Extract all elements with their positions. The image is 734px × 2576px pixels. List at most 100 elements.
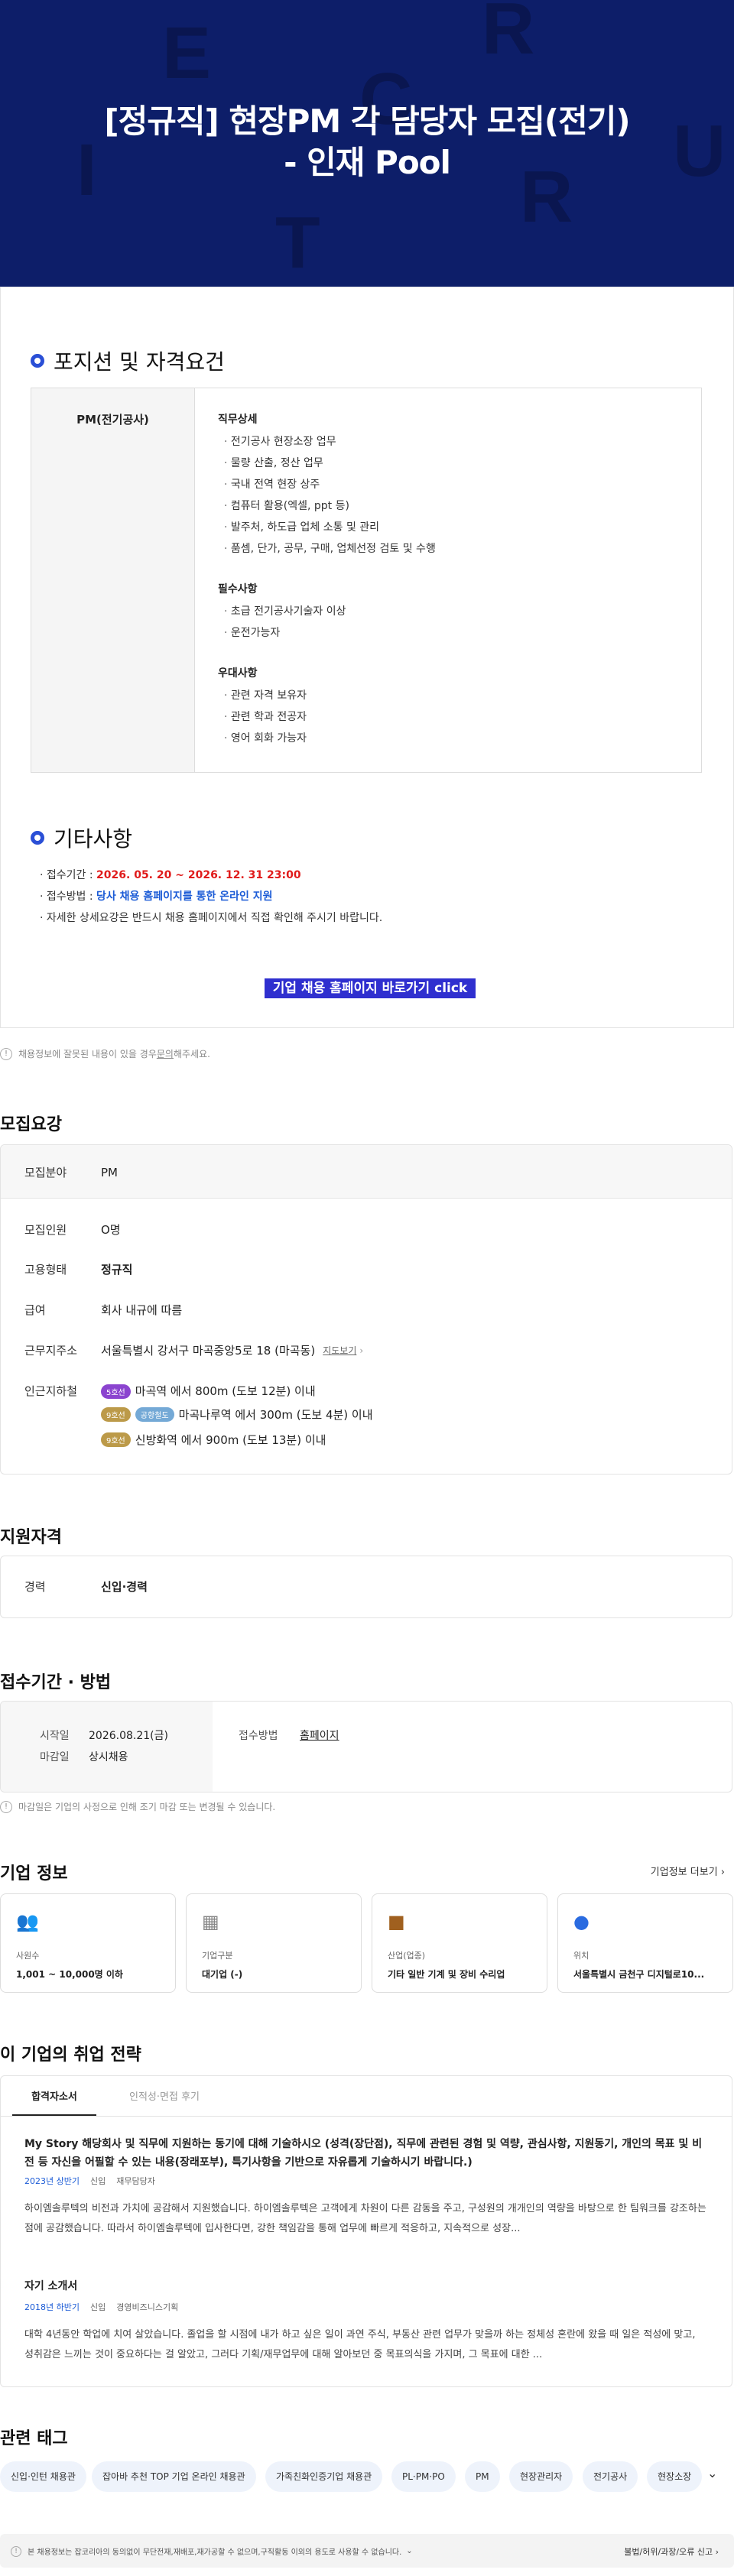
list-item: 운전가능자 — [218, 622, 677, 644]
chevron-down-icon[interactable]: ⌄ — [707, 2466, 717, 2480]
company-card-employees: 👥 사원수 1,001 ~ 10,000명 이하 — [0, 1893, 176, 1993]
period-line: · 접수기간 : 2026. 05. 20 ~ 2026. 12. 31 23:… — [40, 865, 382, 886]
tag-chip[interactable]: PL·PM·PO — [391, 2461, 456, 2492]
apply-date-panel — [1, 1702, 213, 1792]
tab-divider — [1, 2116, 732, 2117]
tag-chip[interactable]: 전기공사 — [583, 2461, 638, 2492]
card-value: 1,001 ~ 10,000명 이하 — [16, 1969, 123, 1980]
report-error-label: 불법/허위/과장/오류 신고 — [624, 2547, 713, 2557]
etc-section-heading: 기타사항 — [31, 822, 132, 853]
hero-banner: E C R U I T R [정규직] 현장PM 각 담당자 모집(전기) - … — [0, 0, 734, 287]
list-item: 초급 전기공사기술자 이상 — [218, 601, 677, 622]
briefcase-icon: ■ — [388, 1911, 405, 1932]
company-card-location: ● 위치 서울특별시 금천구 디지털로10... — [557, 1893, 733, 1993]
row-employment-type: 고용형태 정규직 — [24, 1261, 132, 1277]
chevron-down-icon[interactable]: ⌄ — [406, 2547, 412, 2555]
line-badge: 공항철도 — [135, 1407, 174, 1422]
location-pin-icon: ● — [573, 1911, 589, 1932]
card-label: 사원수 — [16, 1951, 40, 1961]
subway-text: 마곡나루역 에서 300m (도보 4분) 이내 — [178, 1408, 373, 1422]
meta-job: 경영비즈니스기획 — [116, 2302, 179, 2312]
headcount-value: O명 — [101, 1223, 121, 1237]
method-value: 당사 채용 홈페이지를 통한 온라인 지원 — [96, 891, 273, 903]
address-value: 서울특별시 강서구 마곡중앙5로 18 (마곡동) — [101, 1344, 316, 1358]
report-notice: ! 채용정보에 잘못된 내용이 있을 경우 문의 해주세요. — [0, 1047, 210, 1060]
strategy-item-body: 하이엠솔루텍의 비전과 가치에 공감해서 지원했습니다. 하이엠솔루텍은 고객에… — [24, 2203, 706, 2234]
position-section-title: 포지션 및 자격요건 — [54, 349, 225, 375]
group-title: 필수사항 — [218, 583, 258, 595]
tag-chip[interactable]: 신입·인턴 채용관 — [0, 2461, 86, 2492]
card-label: 산업(업종) — [388, 1951, 426, 1961]
tag-chip[interactable]: 현장소장 — [647, 2461, 702, 2492]
apply-box — [0, 1701, 732, 1792]
group-title: 우대사항 — [218, 667, 258, 680]
meta-job: 재무담당자 — [116, 2176, 155, 2186]
tab-cover-letters[interactable]: 합격자소서 — [12, 2081, 96, 2116]
subway-text: 신방화역 에서 900m (도보 13분) 이내 — [135, 1433, 326, 1447]
meta-kind: 신입 — [89, 2302, 106, 2312]
tag-chip[interactable]: 가족친화인증기업 채용관 — [265, 2461, 383, 2492]
row-subway: 인근지하철 5호선 마곡역 에서 800m (도보 12분) 이내 — [24, 1383, 316, 1399]
meta-kind: 신입 — [89, 2176, 106, 2186]
tag-chip[interactable]: PM — [465, 2461, 500, 2492]
map-link[interactable]: 지도보기 — [323, 1344, 356, 1357]
subway-item: 9호선 신방화역 에서 900m (도보 13분) 이내 — [101, 1432, 326, 1448]
strategy-item-title[interactable]: 자기 소개서 — [24, 2278, 77, 2293]
footer-notice-text: 본 채용정보는 잡코리아의 동의없이 무단전재,재배포,재가공할 수 없으며,구… — [28, 2548, 402, 2557]
company-card-type: ▦ 기업구분 대기업 (-) — [186, 1893, 362, 1993]
etc-section-title: 기타사항 — [54, 826, 133, 852]
tag-chip[interactable]: 현장관리자 — [509, 2461, 573, 2492]
footer-notice: ! 본 채용정보는 잡코리아의 동의없이 무단전재,재배포,재가공할 수 없으며,… — [11, 2545, 413, 2557]
career-value: 신입·경력 — [101, 1580, 148, 1594]
field-value: PM — [101, 1165, 118, 1179]
report-error-link[interactable]: 불법/허위/과장/오류 신고 › — [624, 2545, 719, 2558]
row-end: 마감일 상시채용 — [40, 1749, 128, 1764]
info-icon: ! — [11, 2545, 21, 2557]
hero-bg-letter: T — [275, 202, 320, 284]
list-item: 품셈, 단가, 공무, 구매, 업체선정 검토 및 수행 — [218, 538, 677, 560]
row-headcount: 모집인원 O명 — [24, 1221, 121, 1238]
start-label: 시작일 — [40, 1730, 70, 1742]
type-value: 정규직 — [101, 1263, 133, 1277]
tag-chip[interactable]: 잡아바 추천 TOP 기업 온라인 채용관 — [92, 2461, 256, 2492]
bullet-circle-icon — [31, 354, 44, 368]
list-item: 컴퓨터 활용(엑셀, ppt 등) — [218, 495, 677, 517]
meta-period: 2023년 상반기 — [24, 2176, 80, 2186]
position-table: PM(전기공사) 직무상세 전기공사 현장소장 업무 물량 산출, 정산 업무 … — [31, 388, 702, 773]
type-label: 고용형태 — [24, 1263, 67, 1277]
row-field: 모집분야 PM — [24, 1164, 118, 1180]
people-icon: 👥 — [16, 1911, 39, 1932]
qualification-title: 지원자격 — [0, 1528, 62, 1547]
method-label: 접수방법 — [239, 1730, 278, 1742]
end-value: 상시채용 — [89, 1751, 128, 1763]
card-label: 위치 — [573, 1951, 589, 1961]
position-details: 직무상세 전기공사 현장소장 업무 물량 산출, 정산 업무 국내 전역 현장 … — [218, 411, 677, 771]
tab-interview-reviews[interactable]: 인적성·면접 후기 — [115, 2081, 214, 2116]
apply-notice-text: 마감일은 기업의 사정으로 인해 조기 마감 또는 변경될 수 있습니다. — [18, 1802, 276, 1812]
company-homepage-button[interactable]: 기업 채용 홈페이지 바로가기 click — [265, 978, 476, 998]
report-inquiry-link[interactable]: 문의 — [157, 1047, 174, 1060]
list-item: 국내 전역 현장 상주 — [218, 474, 677, 495]
apply-method-link[interactable]: 홈페이지 — [300, 1728, 339, 1743]
report-notice-text-end: 해주세요. — [173, 1049, 210, 1059]
strategy-item-title[interactable]: My Story 해당회사 및 직무에 지원하는 동기에 대해 기술하시오 (성… — [24, 2135, 706, 2172]
period-label: · 접수기간 : — [40, 869, 97, 881]
meta-period: 2018년 하반기 — [24, 2302, 80, 2312]
hero-bg-letter: R — [482, 0, 535, 70]
row-address: 근무지주소 서울특별시 강서구 마곡중앙5로 18 (마곡동) 지도보기 › — [24, 1342, 363, 1358]
row-salary: 급여 회사 내규에 따름 — [24, 1302, 182, 1318]
chevron-right-icon: › — [715, 2547, 719, 2557]
salary-label: 급여 — [24, 1303, 46, 1317]
card-value: 기타 일반 기계 및 장비 수리업 — [388, 1969, 505, 1980]
duty-group: 직무상세 전기공사 현장소장 업무 물량 산출, 정산 업무 국내 전역 현장 … — [218, 411, 677, 560]
requirements-title: 모집요강 — [0, 1115, 62, 1134]
start-value: 2026.08.21(금) — [89, 1730, 168, 1742]
strategy-item-meta: 2018년 하반기 신입 경영비즈니스기획 — [24, 2301, 178, 2313]
company-more-link[interactable]: 기업정보 더보기 › — [651, 1864, 725, 1878]
info-icon: ! — [0, 1800, 12, 1813]
card-label: 기업구분 — [202, 1951, 233, 1961]
salary-value: 회사 내규에 따름 — [101, 1303, 183, 1317]
method-label: · 접수방법 : — [40, 891, 97, 903]
method-line: · 접수방법 : 당사 채용 홈페이지를 통한 온라인 지원 — [40, 886, 382, 907]
list-item: 영어 회화 가능자 — [218, 728, 677, 749]
